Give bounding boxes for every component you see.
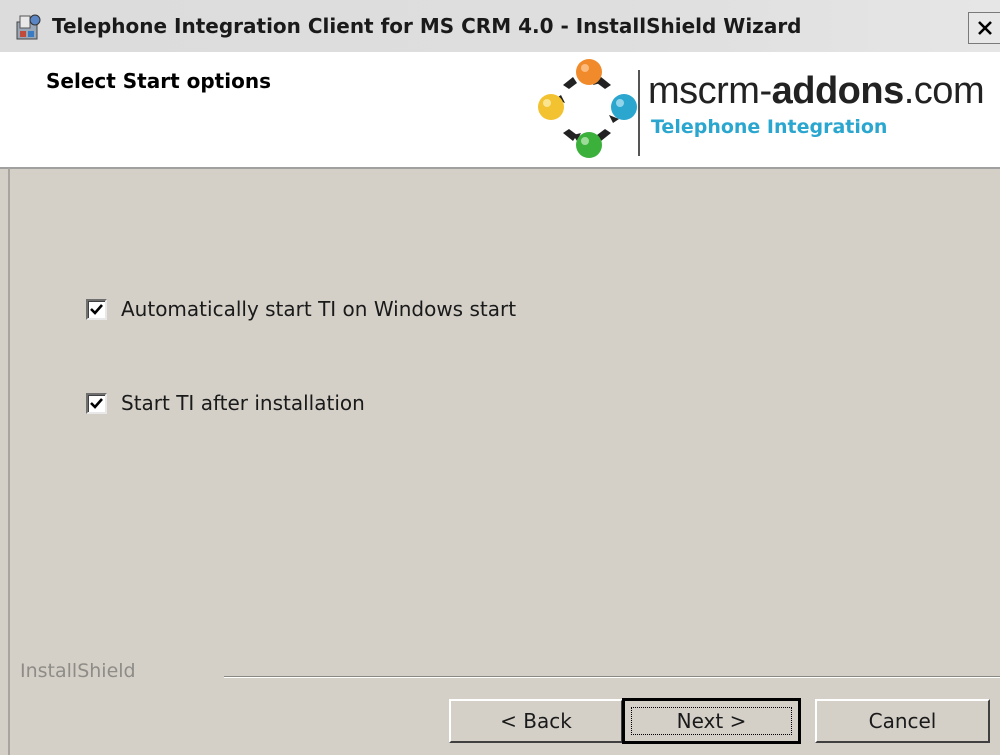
back-button[interactable]: < Back (449, 699, 623, 743)
logo-text-suffix: .com (903, 70, 985, 112)
logo-wordmark: mscrm-addons.com (648, 70, 985, 113)
cancel-button[interactable]: Cancel (815, 699, 990, 743)
mscrm-addons-logo-icon (538, 59, 637, 158)
installshield-brand-label: InstallShield (20, 660, 136, 682)
logo-text-bold: addons (771, 70, 905, 112)
next-button[interactable]: Next > (622, 698, 801, 744)
checkmark-icon (90, 397, 103, 409)
close-icon (978, 21, 992, 35)
page-title: Select Start options (46, 69, 271, 93)
installer-dialog: Telephone Integration Client for MS CRM … (0, 0, 1000, 755)
footer-divider (224, 676, 1000, 678)
close-button[interactable] (968, 12, 1000, 44)
left-edge-line (8, 168, 10, 755)
window-title: Telephone Integration Client for MS CRM … (52, 14, 802, 38)
start-after-install-label[interactable]: Start TI after installation (121, 391, 365, 415)
autostart-label[interactable]: Automatically start TI on Windows start (121, 297, 516, 321)
logo-text-plain: mscrm- (648, 70, 772, 112)
autostart-checkbox[interactable] (86, 298, 107, 320)
logo-divider (638, 70, 640, 156)
checkmark-icon (90, 303, 103, 315)
title-bar[interactable]: Telephone Integration Client for MS CRM … (0, 0, 1000, 53)
header-banner: Select Start options mscrm-addons.com Te… (0, 52, 1000, 169)
focus-rectangle (631, 707, 792, 735)
option-start-after-install[interactable]: Start TI after installation (86, 391, 365, 415)
option-autostart-windows[interactable]: Automatically start TI on Windows start (86, 297, 516, 321)
logo-subtitle: Telephone Integration (651, 116, 888, 138)
installer-app-icon (16, 14, 41, 40)
start-after-install-checkbox[interactable] (86, 392, 107, 414)
